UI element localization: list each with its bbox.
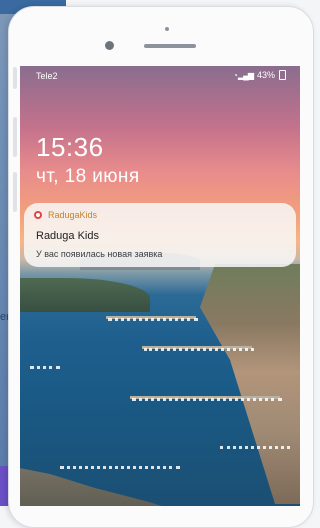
notification-body: У вас появилась новая заявка <box>36 249 163 259</box>
volume-down-button <box>13 117 17 157</box>
wallpaper-boats <box>30 366 60 369</box>
notification-app-name: RadugaKids <box>48 210 98 220</box>
lockscreen-date: чт, 18 июня <box>36 166 140 187</box>
battery-percent: 43% <box>256 70 275 80</box>
wallpaper-town <box>200 264 300 504</box>
front-camera <box>105 41 114 50</box>
wallpaper-shore-left <box>20 278 150 312</box>
notification-card[interactable]: RadugaKids Raduga Kids У вас появилась н… <box>24 203 296 267</box>
raduga-app-icon <box>34 211 42 219</box>
notification-title: Raduga Kids <box>36 230 99 242</box>
sensor-dot <box>165 27 169 31</box>
earpiece-speaker <box>144 44 196 48</box>
wallpaper-boats <box>60 466 180 469</box>
lockscreen-time: 15:36 <box>36 132 104 162</box>
wallpaper-boats <box>144 348 254 351</box>
carrier-name: Tele2 <box>36 71 58 81</box>
wallpaper-boats <box>220 446 290 449</box>
side-button <box>13 172 17 212</box>
wifi-signal-icon: ◔ ▂▄▆ <box>232 70 254 80</box>
battery-icon <box>279 70 286 80</box>
wallpaper-shore-bottom <box>20 467 194 506</box>
wallpaper-boats <box>132 398 282 401</box>
status-icons: ◔ ▂▄▆ 43% <box>233 70 286 80</box>
volume-up-button <box>13 67 17 89</box>
lock-screen[interactable]: Tele2 ◔ ▂▄▆ 43% 15:36 чт, 18 июня Raduga… <box>20 66 300 506</box>
status-bar: Tele2 ◔ ▂▄▆ 43% <box>20 66 300 88</box>
wallpaper-boats <box>108 318 198 321</box>
